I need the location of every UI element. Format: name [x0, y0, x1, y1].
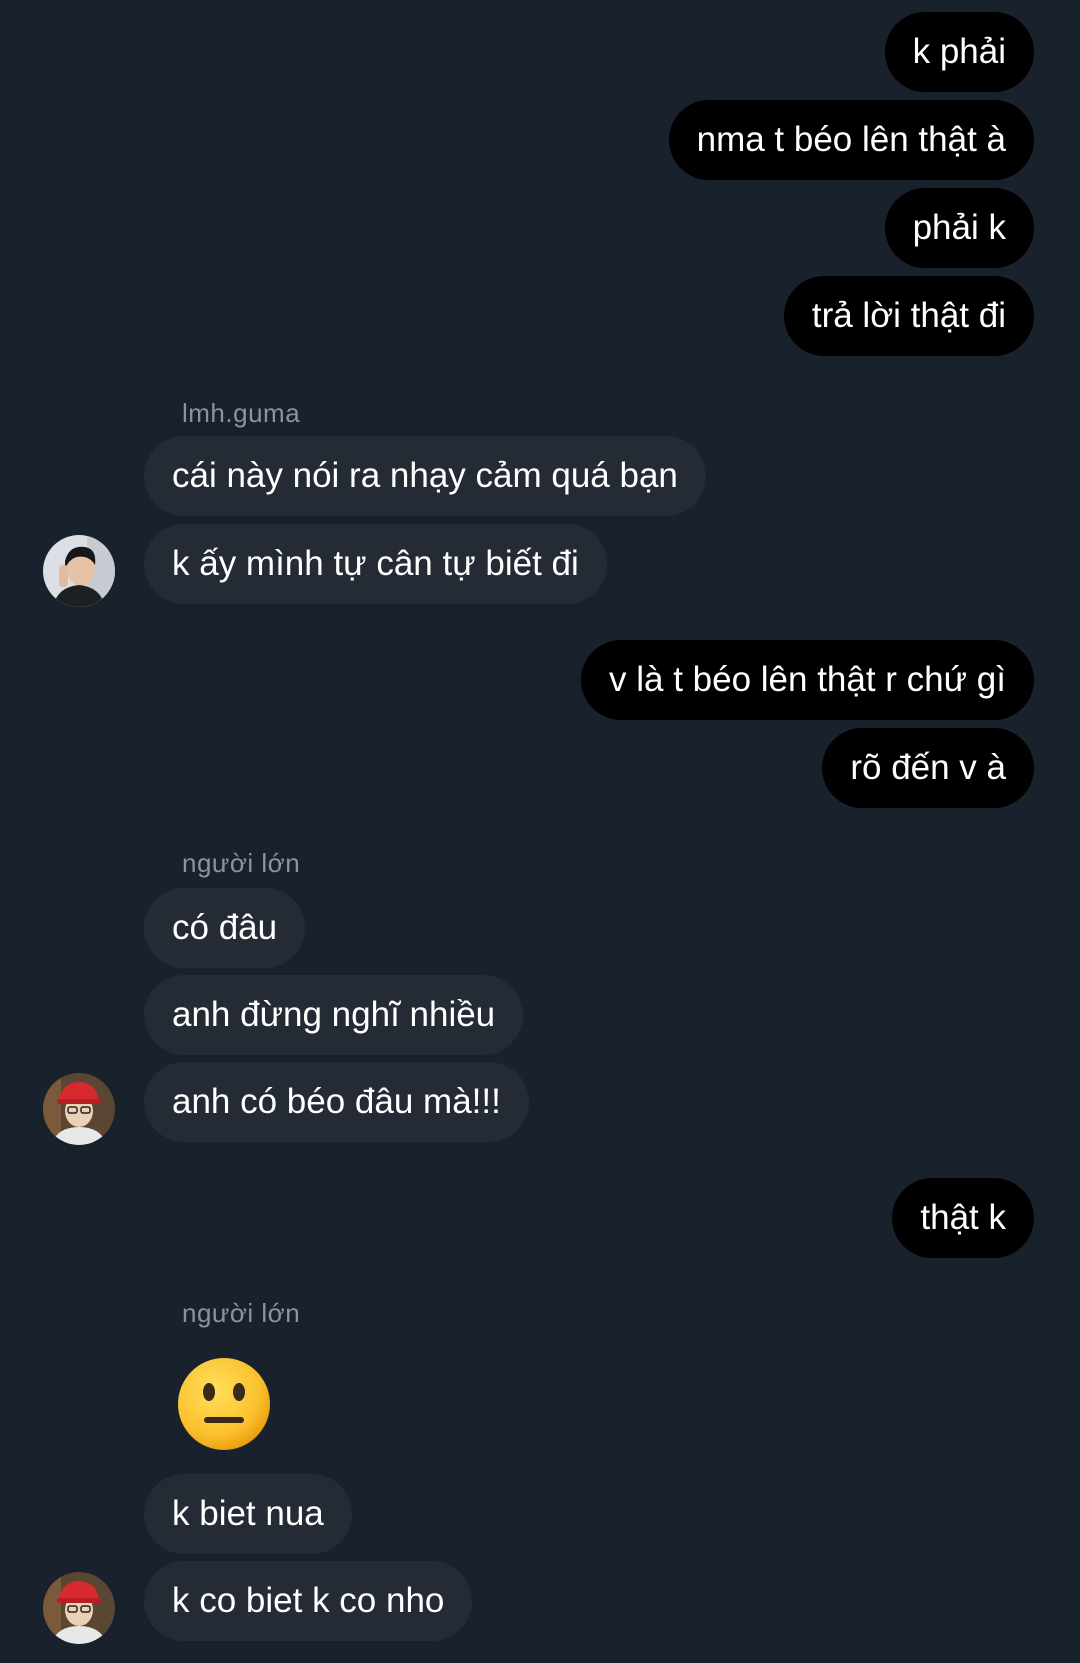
sender-name: người lớn: [182, 848, 301, 878]
outgoing-message[interactable]: nma t béo lên thật à: [668, 100, 1034, 180]
sender-avatar[interactable]: [43, 535, 115, 607]
message-text: k ấy mình tự cân tự biết đi: [172, 544, 579, 583]
sender-avatar[interactable]: [43, 1572, 115, 1644]
message-text: thật k: [920, 1198, 1006, 1237]
outgoing-message[interactable]: thật k: [892, 1178, 1034, 1258]
neutral-face-emoji-icon[interactable]: [174, 1354, 274, 1454]
sender-name: người lớn: [182, 1298, 301, 1328]
chat-thread: k phải nma t béo lên thật à phải k trả l…: [0, 0, 1080, 1663]
user-avatar-icon: [43, 535, 115, 607]
outgoing-message[interactable]: k phải: [884, 12, 1034, 92]
message-text: k biet nua: [172, 1494, 324, 1533]
message-text: phải k: [912, 208, 1006, 247]
message-text: v là t béo lên thật r chứ gì: [609, 660, 1006, 699]
outgoing-message[interactable]: trả lời thật đi: [783, 276, 1034, 356]
user-avatar-icon: [43, 1073, 115, 1145]
message-text: nma t béo lên thật à: [696, 120, 1006, 159]
incoming-message[interactable]: k biet nua: [144, 1474, 352, 1554]
outgoing-message[interactable]: v là t béo lên thật r chứ gì: [581, 640, 1034, 720]
incoming-message[interactable]: cái này nói ra nhạy cảm quá bạn: [144, 436, 706, 516]
message-text: có đâu: [172, 908, 278, 947]
message-text: k co biet k co nho: [172, 1581, 445, 1620]
outgoing-message[interactable]: rõ đến v à: [822, 728, 1034, 808]
incoming-message[interactable]: có đâu: [144, 888, 306, 968]
message-text: anh đừng nghĩ nhiều: [172, 995, 496, 1034]
sender-name: lmh.guma: [182, 398, 301, 428]
incoming-message[interactable]: anh đừng nghĩ nhiều: [144, 975, 524, 1055]
incoming-message[interactable]: anh có béo đâu mà!!!: [144, 1062, 529, 1142]
outgoing-message[interactable]: phải k: [884, 188, 1034, 268]
user-avatar-icon: [43, 1572, 115, 1644]
message-text: cái này nói ra nhạy cảm quá bạn: [172, 456, 678, 495]
message-text: anh có béo đâu mà!!!: [172, 1082, 501, 1121]
incoming-message[interactable]: k co biet k co nho: [144, 1561, 473, 1641]
message-text: k phải: [912, 32, 1006, 71]
sender-avatar[interactable]: [43, 1073, 115, 1145]
incoming-message[interactable]: k ấy mình tự cân tự biết đi: [144, 524, 607, 604]
message-text: trả lời thật đi: [811, 296, 1006, 335]
message-text: rõ đến v à: [850, 748, 1006, 787]
